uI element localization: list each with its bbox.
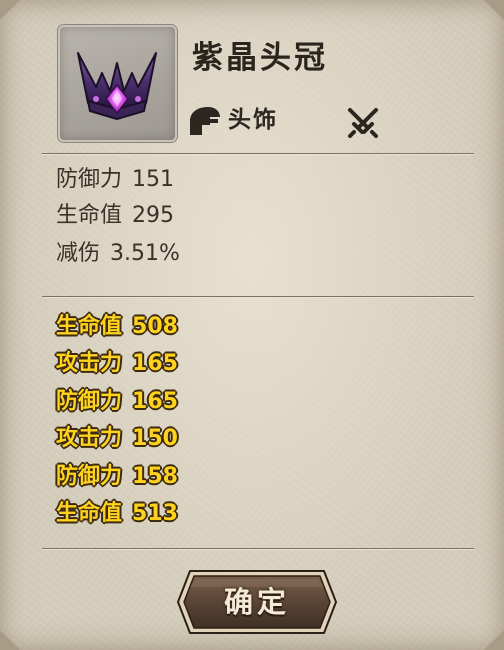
bonus-stat-row: 防御力 158 xyxy=(56,459,178,495)
bonus-stat-value: 165 xyxy=(132,351,178,376)
helmet-icon xyxy=(190,107,220,135)
panel-corner-top-left xyxy=(0,0,20,20)
bonus-stat-value: 165 xyxy=(132,389,178,414)
base-stat-label: 减伤 xyxy=(56,241,101,266)
bonus-stat-value: 508 xyxy=(132,314,178,339)
divider-middle xyxy=(42,296,474,298)
bonus-stat-label: 防御力 xyxy=(56,389,123,414)
item-icon-slot xyxy=(58,25,177,142)
bonus-stat-row: 生命值 513 xyxy=(56,496,178,532)
base-stat-value: 3.51% xyxy=(110,241,180,266)
base-stat-row: 生命值 295 xyxy=(56,198,174,234)
divider-top xyxy=(42,153,474,155)
bonus-stat-label: 攻击力 xyxy=(56,426,123,451)
purple-crystal-crown-icon xyxy=(77,52,157,120)
base-stat-label: 生命值 xyxy=(56,203,123,228)
base-stat-label: 防御力 xyxy=(56,167,123,192)
item-name: 紫晶头冠 xyxy=(192,40,328,76)
bonus-stat-label: 攻击力 xyxy=(56,351,123,376)
panel-corner-bottom-right xyxy=(484,630,504,650)
divider-bottom xyxy=(42,548,474,550)
bonus-stat-value: 158 xyxy=(132,464,178,489)
bonus-stat-row: 生命值 508 xyxy=(56,309,178,345)
bonus-stat-row: 攻击力 165 xyxy=(56,346,178,382)
bonus-stat-row: 攻击力 150 xyxy=(56,421,178,457)
crossed-swords-icon[interactable] xyxy=(346,106,380,138)
base-stat-value: 151 xyxy=(132,167,175,192)
bonus-stat-label: 生命值 xyxy=(56,501,123,526)
base-stat-row: 减伤 3.51% xyxy=(56,236,180,272)
bonus-stat-label: 生命值 xyxy=(56,314,123,339)
bonus-stat-value: 513 xyxy=(132,501,178,526)
base-stat-value: 295 xyxy=(132,203,175,228)
confirm-button-label: 确定 xyxy=(223,585,290,619)
item-detail-panel: 紫晶头冠 头饰 防御力 151 生命值 295 减伤 3.51% 生命值 508 攻击力… xyxy=(0,0,504,650)
confirm-button[interactable]: 确定 xyxy=(176,569,338,635)
bonus-stat-row: 防御力 165 xyxy=(56,384,178,420)
panel-corner-top-right xyxy=(484,0,504,20)
base-stat-row: 防御力 151 xyxy=(56,162,174,198)
panel-corner-bottom-left xyxy=(0,630,20,650)
bonus-stat-value: 150 xyxy=(132,426,178,451)
item-type-label: 头饰 xyxy=(228,107,278,133)
bonus-stat-label: 防御力 xyxy=(56,464,123,489)
